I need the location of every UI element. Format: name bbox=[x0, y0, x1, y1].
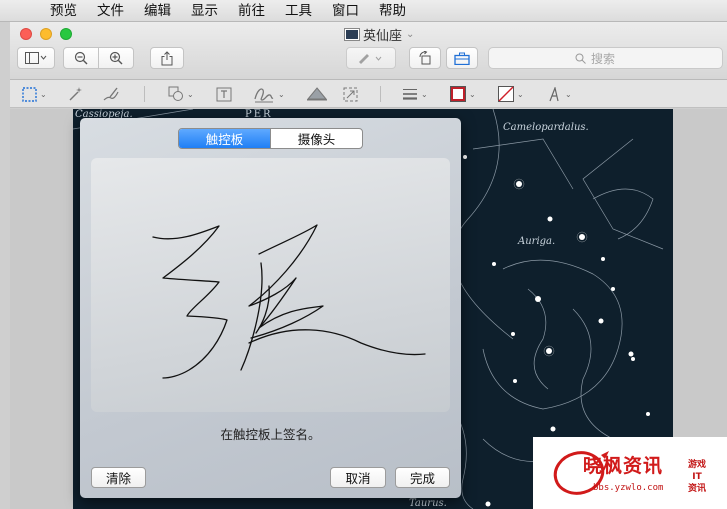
rotate-icon bbox=[419, 51, 431, 65]
chevron-down-icon: ⌄ bbox=[187, 89, 194, 99]
sidebar-view-button[interactable] bbox=[17, 47, 55, 69]
text-style-tool[interactable]: ⌄ bbox=[548, 84, 572, 104]
window-title-text: 英仙座 bbox=[363, 29, 403, 44]
cancel-button[interactable]: 取消 bbox=[330, 467, 386, 488]
watermark-side-line: IT bbox=[692, 472, 702, 482]
shape-style-icon bbox=[403, 89, 417, 100]
tab-trackpad[interactable]: 触控板 bbox=[179, 129, 270, 148]
fullscreen-window-button[interactable] bbox=[60, 28, 72, 40]
adjust-size-icon bbox=[343, 87, 358, 101]
chevron-down-icon: ⌄ bbox=[469, 89, 476, 99]
menu-go[interactable]: 前往 bbox=[228, 0, 275, 22]
text-icon bbox=[216, 87, 232, 101]
watermark-side-line: 游戏 bbox=[687, 460, 706, 470]
sidebar-view-icon bbox=[25, 52, 47, 64]
border-color-icon bbox=[450, 86, 466, 102]
window-toolbar: 英仙座 ⌄ 搜索 bbox=[10, 22, 727, 80]
adjust-color-icon bbox=[307, 87, 327, 101]
window-title[interactable]: 英仙座 ⌄ bbox=[345, 25, 414, 44]
signature-source-segmented-control: 触控板 摄像头 bbox=[178, 128, 363, 149]
toolbar-divider bbox=[380, 86, 381, 102]
markup-toggle-button[interactable] bbox=[346, 47, 396, 69]
toolbox-button[interactable] bbox=[446, 47, 478, 69]
menu-window[interactable]: 窗口 bbox=[322, 0, 369, 22]
star-map-label: Auriga. bbox=[518, 236, 556, 247]
rect-selection-tool[interactable]: ⌄ bbox=[22, 84, 47, 104]
signature-sheet: 触控板 摄像头 在触控板上签名。 清除 取消 完成 bbox=[80, 118, 461, 498]
sign-icon bbox=[254, 88, 274, 103]
text-tool[interactable] bbox=[216, 84, 232, 104]
markup-toolbar: ⌄ ⌄ ⌄ ⌄ ⌄ ⌄ ⌄ bbox=[10, 80, 727, 108]
site-watermark: 晓枫资讯 bbs.yzwlo.com 游戏 IT 资讯 bbox=[533, 437, 727, 509]
text-style-icon bbox=[549, 86, 559, 101]
adjust-color-tool[interactable] bbox=[307, 84, 327, 104]
shapes-icon bbox=[168, 86, 183, 101]
sketch-icon bbox=[103, 87, 119, 101]
zoom-out-button[interactable] bbox=[63, 47, 99, 69]
signature-stroke bbox=[152, 224, 426, 379]
markup-pen-icon bbox=[359, 54, 382, 64]
menu-bar: 预览 文件 编辑 显示 前往 工具 窗口 帮助 bbox=[0, 0, 727, 22]
chevron-down-icon: ⌄ bbox=[406, 29, 415, 40]
close-window-button[interactable] bbox=[20, 28, 32, 40]
share-button[interactable] bbox=[150, 47, 184, 69]
shapes-tool[interactable]: ⌄ bbox=[168, 84, 194, 104]
clear-button[interactable]: 清除 bbox=[91, 467, 146, 488]
sign-tool[interactable]: ⌄ bbox=[253, 84, 285, 104]
adjust-size-tool[interactable] bbox=[343, 84, 358, 104]
done-button[interactable]: 完成 bbox=[395, 467, 450, 488]
toolbox-icon bbox=[454, 52, 470, 65]
toolbar-divider bbox=[144, 86, 145, 102]
rotate-button[interactable] bbox=[409, 47, 441, 69]
star-map-label: Taurus. bbox=[409, 498, 447, 509]
watermark-side-line: 资讯 bbox=[687, 484, 706, 494]
zoom-in-icon bbox=[109, 51, 123, 65]
search-icon bbox=[575, 53, 586, 64]
menu-view[interactable]: 显示 bbox=[181, 0, 228, 22]
menu-help[interactable]: 帮助 bbox=[369, 0, 416, 22]
menu-tools[interactable]: 工具 bbox=[275, 0, 322, 22]
chevron-down-icon: ⌄ bbox=[421, 89, 428, 99]
instant-alpha-tool[interactable] bbox=[67, 84, 83, 104]
zoom-out-icon bbox=[74, 51, 88, 65]
fill-color-icon bbox=[498, 86, 514, 102]
zoom-in-button[interactable] bbox=[98, 47, 134, 69]
watermark-side-text: 游戏 IT 资讯 bbox=[677, 459, 717, 495]
menu-preview[interactable]: 预览 bbox=[40, 0, 87, 22]
watermark-title: 晓枫资讯 bbox=[583, 455, 664, 477]
minimize-window-button[interactable] bbox=[40, 28, 52, 40]
share-icon bbox=[161, 50, 173, 65]
watermark-url: bbs.yzwlo.com bbox=[593, 483, 664, 493]
chevron-down-icon: ⌄ bbox=[517, 89, 524, 99]
trackpad-signature-area[interactable] bbox=[91, 158, 450, 412]
fill-color-tool[interactable]: ⌄ bbox=[498, 84, 524, 104]
chevron-down-icon: ⌄ bbox=[40, 89, 47, 99]
shape-style-tool[interactable]: ⌄ bbox=[402, 84, 428, 104]
rect-selection-icon bbox=[22, 86, 37, 102]
signature-instruction: 在触控板上签名。 bbox=[220, 427, 321, 442]
menu-edit[interactable]: 编辑 bbox=[134, 0, 181, 22]
search-placeholder: 搜索 bbox=[591, 51, 616, 66]
sketch-tool[interactable] bbox=[102, 84, 120, 104]
border-color-tool[interactable]: ⌄ bbox=[450, 84, 476, 104]
instant-alpha-icon bbox=[69, 87, 82, 101]
search-input[interactable]: 搜索 bbox=[488, 47, 723, 69]
menu-file[interactable]: 文件 bbox=[87, 0, 134, 22]
chevron-down-icon: ⌄ bbox=[565, 89, 572, 99]
star-map-label: Camelopardalus. bbox=[503, 122, 589, 133]
chevron-down-icon: ⌄ bbox=[278, 89, 285, 99]
tab-camera[interactable]: 摄像头 bbox=[270, 129, 362, 148]
document-thumbnail-icon bbox=[345, 29, 359, 40]
